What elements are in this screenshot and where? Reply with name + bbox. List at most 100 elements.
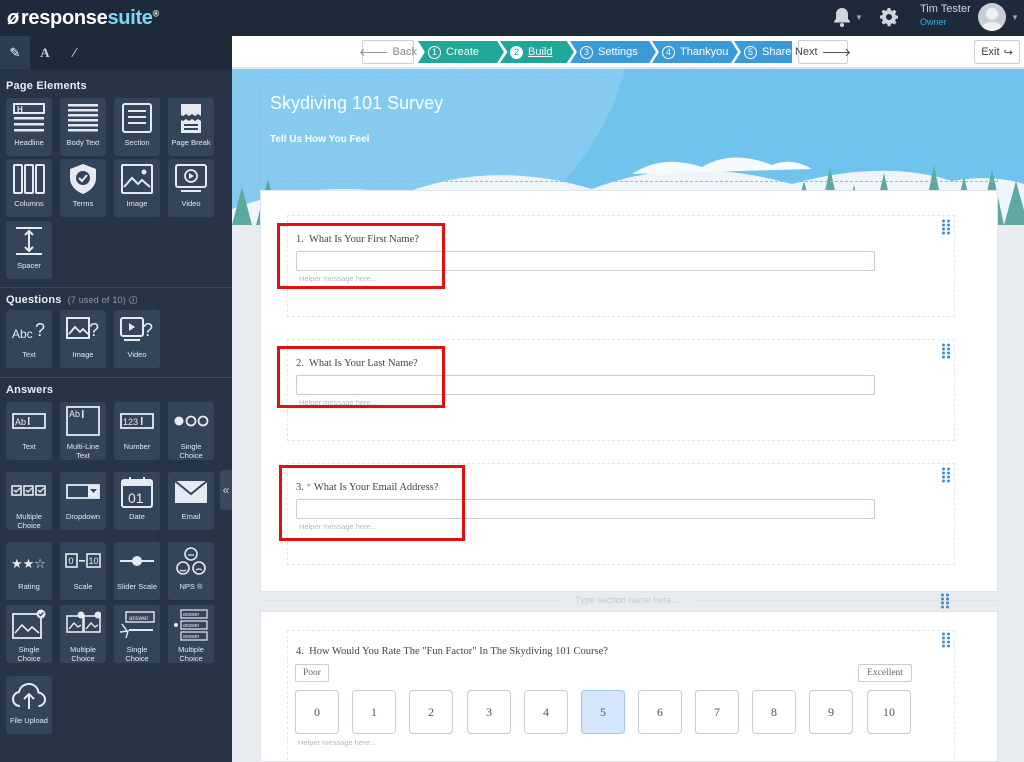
scale-option[interactable]: 10 — [867, 690, 911, 734]
section-element[interactable]: Section — [114, 98, 160, 156]
step-settings[interactable]: 3 Settings — [570, 41, 656, 63]
drag-handle-icon[interactable] — [941, 632, 951, 648]
scale-option[interactable]: 1 — [352, 690, 396, 734]
email-answer-element[interactable]: Email — [168, 472, 214, 530]
bell-caret-icon[interactable]: ▼ — [855, 13, 863, 22]
svg-text:★★☆: ★★☆ — [11, 557, 46, 572]
video-element[interactable]: Video — [168, 159, 214, 217]
brush-icon[interactable]: ⁄ — [60, 36, 90, 69]
svg-text:?: ? — [143, 320, 153, 340]
video-question-element[interactable]: ? Video — [114, 310, 160, 368]
body-text-element[interactable]: Body Text — [60, 98, 106, 156]
svg-text:answer: answer — [183, 612, 199, 618]
svg-text:Ab: Ab — [15, 417, 26, 427]
questions-heading: Questions (7 used of 10) ⓘ — [6, 294, 138, 306]
survey-subtitle[interactable]: Tell Us How You Feel — [270, 134, 369, 145]
highlight-box — [279, 465, 465, 541]
image-question-element[interactable]: ? Image — [60, 310, 106, 368]
share-arrow-icon: ↪ — [1003, 46, 1013, 59]
exit-button[interactable]: Exit ↪ — [974, 40, 1020, 64]
gear-icon[interactable] — [879, 7, 899, 27]
section-icon — [122, 103, 152, 133]
image-multiple-choice-answer-element[interactable]: Multiple Choice — [60, 605, 106, 663]
columns-element[interactable]: Columns — [6, 159, 52, 217]
helper-text: Helper message here... — [298, 738, 376, 747]
page-break-icon — [181, 104, 201, 133]
checkbox-group-icon — [11, 485, 46, 496]
step-create[interactable]: 1 Create — [418, 41, 504, 63]
slider-scale-answer-element[interactable]: Slider Scale — [114, 542, 160, 600]
divider — [0, 377, 232, 378]
next-button[interactable]: Next 🡒 — [795, 40, 851, 64]
svg-text:01: 01 — [128, 490, 144, 506]
answer-multiple-choice-answer-element[interactable]: answer answer answer Multiple Choice — [168, 605, 214, 663]
user-role: Owner — [920, 17, 947, 27]
envelope-icon — [174, 480, 208, 503]
dropdown-answer-element[interactable]: Dropdown — [60, 472, 106, 530]
font-icon[interactable]: A — [30, 36, 60, 69]
drag-handle-icon[interactable] — [941, 467, 951, 483]
drag-handle-icon[interactable] — [940, 593, 950, 609]
scale-option[interactable]: 6 — [638, 690, 682, 734]
divider — [0, 287, 232, 288]
info-icon[interactable]: ⓘ — [129, 296, 137, 305]
textarea-icon: Ab — [66, 406, 100, 436]
page-break-element[interactable]: Page Break — [168, 98, 214, 156]
file-upload-answer-element[interactable]: File Upload — [6, 676, 52, 734]
scale-option[interactable]: 8 — [752, 690, 796, 734]
scale-option-selected[interactable]: 5 — [581, 690, 625, 734]
svg-text:H: H — [17, 105, 23, 114]
builder-stepper: 🡐 Back 1 Create 2 Build 3 Settings 4 Thankyou… — [232, 36, 1024, 68]
scale-answer-element[interactable]: 0 10 Scale — [60, 542, 106, 600]
answer-single-choice-answer-element[interactable]: answer Single Choice — [114, 605, 160, 663]
app-logo[interactable]: ø responsesuite® — [7, 7, 159, 30]
svg-text:answer: answer — [183, 623, 199, 629]
multiline-text-answer-element[interactable]: Ab Multi-Line Text — [60, 402, 106, 460]
survey-title[interactable]: Skydiving 101 Survey — [270, 93, 443, 114]
step-thankyou[interactable]: 4 Thankyou — [652, 41, 738, 63]
slider-icon — [120, 556, 154, 566]
svg-text:Ab: Ab — [69, 409, 80, 419]
avatar[interactable] — [978, 3, 1006, 31]
scale-option[interactable]: 9 — [809, 690, 853, 734]
scale-option[interactable]: 2 — [409, 690, 453, 734]
answer-list-icon: answer answer answer — [174, 609, 208, 641]
video-question-icon: ? — [120, 317, 153, 341]
scale-option[interactable]: 0 — [295, 690, 339, 734]
scale-option[interactable]: 7 — [695, 690, 739, 734]
date-answer-element[interactable]: 01 Date — [114, 472, 160, 530]
scale-option[interactable]: 3 — [467, 690, 511, 734]
text-question-element[interactable]: Abc? Text — [6, 310, 52, 368]
step-share[interactable]: 5 Share — [734, 41, 792, 63]
back-button[interactable]: 🡐 Back — [359, 40, 417, 64]
number-answer-element[interactable]: 123 Number — [114, 402, 160, 460]
terms-element[interactable]: Terms — [60, 159, 106, 217]
step-build[interactable]: 2 Build — [500, 41, 574, 63]
headline-element[interactable]: H Headline — [6, 98, 52, 156]
image-element[interactable]: Image — [114, 159, 160, 217]
radio-group-icon — [174, 415, 209, 427]
multiple-choice-answer-element[interactable]: Multiple Choice — [6, 472, 52, 530]
faces-icon — [176, 547, 206, 575]
drag-handle-icon[interactable] — [941, 219, 951, 235]
user-name[interactable]: Tim Tester — [920, 3, 971, 15]
nps-answer-element[interactable]: NPS ® — [168, 542, 214, 600]
number-field-icon: 123 — [120, 413, 154, 429]
single-choice-answer-element[interactable]: Single Choice — [168, 402, 214, 460]
scale-option[interactable]: 4 — [524, 690, 568, 734]
spacer-element[interactable]: Spacer — [6, 221, 52, 279]
drag-handle-icon[interactable] — [941, 343, 951, 359]
headline-icon: H — [13, 103, 45, 132]
text-answer-element[interactable]: Ab Text — [6, 402, 52, 460]
cloud-upload-icon — [11, 682, 47, 709]
bell-icon[interactable] — [832, 6, 852, 28]
highlight-box — [277, 346, 445, 408]
edit-icon[interactable]: ✎ — [0, 36, 30, 69]
builder-sidebar: ✎ A ⁄ Page Elements H Headline Body Text… — [0, 36, 232, 762]
image-single-choice-answer-element[interactable]: Single Choice — [6, 605, 52, 663]
collapse-sidebar-button[interactable]: « — [220, 470, 232, 510]
user-caret-icon[interactable]: ▼ — [1011, 13, 1019, 22]
rating-answer-element[interactable]: ★★☆ Rating — [6, 542, 52, 600]
body-text-icon — [68, 104, 98, 132]
section-name-input[interactable]: Type section name here... — [562, 595, 692, 605]
